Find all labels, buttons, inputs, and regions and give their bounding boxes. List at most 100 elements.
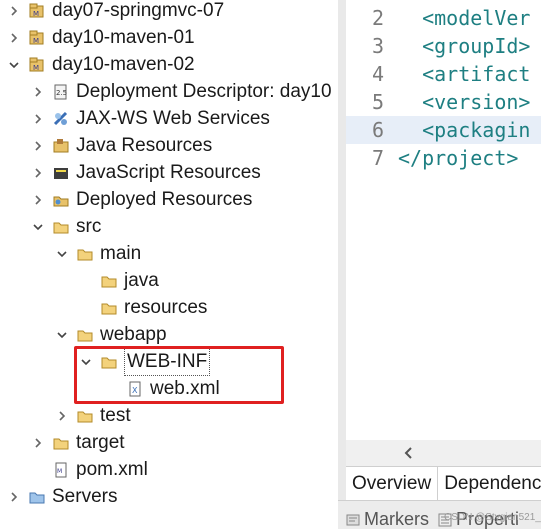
watermark: CSDN @Stygian521_Spurt	[444, 512, 541, 523]
code-line[interactable]: 2 <modelVer	[346, 4, 541, 32]
folder-icon	[100, 299, 118, 317]
svg-text:M: M	[33, 64, 39, 72]
tree-item-label: day07-springmvc-07	[52, 0, 225, 21]
svg-text:M: M	[57, 468, 62, 475]
tree-item[interactable]: 2.5 Deployment Descriptor: day10	[32, 78, 332, 105]
tree-item[interactable]: Mday07-springmvc-07	[8, 0, 224, 24]
tree-item[interactable]: java	[80, 267, 159, 294]
tree-item[interactable]: target	[32, 429, 125, 456]
tree-item-label: target	[76, 432, 125, 453]
folder-icon	[76, 407, 94, 425]
folder-icon	[76, 326, 94, 344]
tree-item[interactable]: webapp	[56, 321, 167, 348]
tab-overview[interactable]: Overview	[346, 467, 439, 501]
tree-item-label: pom.xml	[76, 459, 148, 480]
tab-dependencies[interactable]: Dependenci	[438, 467, 541, 501]
code-line[interactable]: 6 <packagin	[346, 116, 541, 144]
svg-text:M: M	[33, 10, 39, 18]
tree-item[interactable]: Mpom.xml	[32, 456, 148, 483]
view-divider[interactable]	[338, 0, 346, 528]
chevron-right-icon[interactable]	[32, 86, 44, 98]
code-line[interactable]: 3 <groupId>	[346, 32, 541, 60]
tree-item-label: Deployment Descriptor: day10	[76, 81, 332, 102]
tree-item-label: Java Resources	[76, 135, 213, 156]
tree-item-label: Servers	[52, 486, 118, 507]
line-number: 7	[371, 146, 384, 170]
project-explorer-tree: Mday07-springmvc-07 Mday10-maven-01 Mday10…	[0, 0, 338, 528]
tree-item[interactable]: test	[56, 402, 131, 429]
code-line[interactable]: 4 <artifact	[346, 60, 541, 88]
tree-item[interactable]: Servers	[8, 483, 117, 510]
folder-icon	[76, 245, 94, 263]
deployment-descriptor-icon: 2.5	[52, 83, 70, 101]
tree-item[interactable]: JavaScript Resources	[32, 159, 261, 186]
code-text: <version>	[398, 90, 531, 114]
chevron-right-icon[interactable]	[56, 410, 68, 422]
tree-item[interactable]: src	[32, 213, 101, 240]
folder-icon	[52, 218, 70, 236]
tab-markers[interactable]: Markers	[346, 509, 429, 530]
chevron-right-icon[interactable]	[32, 167, 44, 179]
pom-file-icon: M	[52, 461, 70, 479]
horizontal-scrollbar[interactable]	[346, 440, 541, 466]
code-text: </project>	[398, 146, 519, 170]
code-text: <artifact	[398, 62, 531, 86]
chevron-down-icon[interactable]	[56, 329, 68, 341]
servers-folder-icon	[28, 488, 46, 506]
tree-item-label: webapp	[100, 324, 167, 345]
tree-item[interactable]: Mday10-maven-01	[8, 24, 195, 51]
tree-item[interactable]: Mday10-maven-02	[8, 51, 195, 78]
tree-item-label: main	[100, 243, 142, 264]
line-number: 5	[371, 90, 384, 114]
tree-item-label: day10-maven-01	[52, 27, 195, 48]
tree-item-label: Deployed Resources	[76, 189, 253, 210]
folder-icon	[100, 272, 118, 290]
tree-item-label: day10-maven-02	[52, 54, 195, 75]
tree-item[interactable]: JAX-WS Web Services	[32, 105, 270, 132]
tree-item-label: JavaScript Resources	[76, 162, 261, 183]
scroll-left-icon[interactable]	[402, 446, 416, 460]
chevron-right-icon[interactable]	[8, 491, 20, 503]
line-number: 4	[371, 62, 384, 86]
maven-project-icon: M	[28, 2, 46, 20]
tree-item-label: java	[124, 270, 159, 291]
chevron-right-icon[interactable]	[32, 113, 44, 125]
chevron-down-icon[interactable]	[8, 59, 20, 71]
tree-item-label: resources	[124, 297, 208, 318]
maven-project-icon: M	[28, 29, 46, 47]
code-text: <packagin	[398, 118, 531, 142]
tree-item[interactable]: Deployed Resources	[32, 186, 252, 213]
chevron-right-icon[interactable]	[8, 5, 20, 17]
tree-item-label: JAX-WS Web Services	[76, 108, 270, 129]
tab-markers-label: Markers	[364, 509, 430, 529]
markers-icon	[346, 514, 360, 525]
xml-editor[interactable]: 2 <modelVer 3 <groupId> 4 <artifact 5 <vers…	[346, 0, 541, 440]
line-number: 3	[371, 34, 384, 58]
svg-text:M: M	[33, 37, 39, 45]
deployed-resources-icon	[52, 191, 70, 209]
code-text: <modelVer	[398, 6, 531, 30]
tree-item[interactable]: Java Resources	[32, 132, 212, 159]
javascript-resources-icon	[52, 164, 70, 182]
tree-item[interactable]: resources	[80, 294, 207, 321]
chevron-right-icon[interactable]	[32, 437, 44, 449]
chevron-down-icon[interactable]	[56, 248, 68, 260]
chevron-right-icon[interactable]	[32, 140, 44, 152]
java-resources-icon	[52, 137, 70, 155]
tree-item-label: test	[100, 405, 131, 426]
chevron-right-icon[interactable]	[8, 32, 20, 44]
chevron-right-icon[interactable]	[32, 194, 44, 206]
chevron-down-icon[interactable]	[32, 221, 44, 233]
maven-project-icon: M	[28, 56, 46, 74]
code-line[interactable]: 5 <version>	[346, 88, 541, 116]
editor-page-tabs: Overview Dependenci	[346, 466, 541, 501]
code-line[interactable]: 7 </project>	[346, 144, 541, 172]
folder-icon	[52, 434, 70, 452]
svg-text:2.5: 2.5	[56, 89, 67, 97]
line-number: 6	[371, 118, 384, 142]
tree-item[interactable]: main	[56, 240, 141, 267]
web-services-icon	[52, 110, 70, 128]
